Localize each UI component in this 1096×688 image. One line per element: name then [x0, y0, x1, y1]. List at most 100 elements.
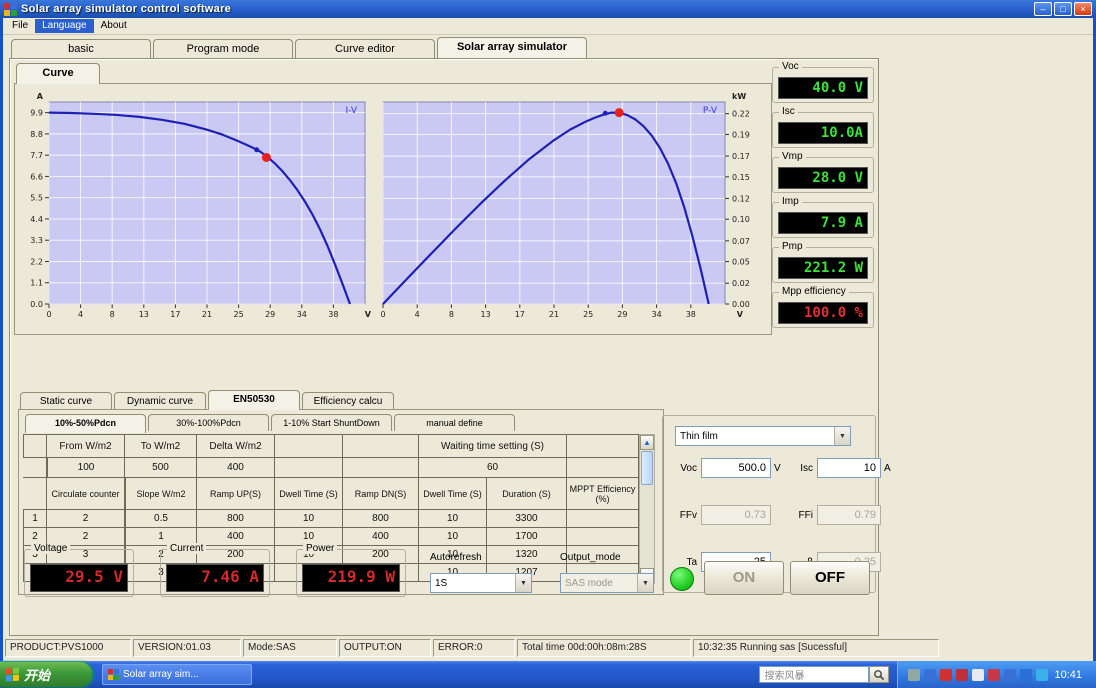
table-cell[interactable]: 2 [47, 510, 125, 528]
voltage-value: 29.5 V [30, 564, 128, 592]
svg-text:17: 17 [170, 310, 180, 319]
tab-efficiency-calcu[interactable]: Efficiency calcu [302, 392, 394, 410]
svg-text:V: V [737, 310, 744, 319]
field-voc-input[interactable] [701, 458, 771, 478]
table-cell [23, 434, 47, 458]
scroll-thumb[interactable] [641, 451, 653, 485]
taskbar-task-button[interactable]: Solar array sim... [102, 664, 252, 685]
off-button[interactable]: OFF [790, 561, 870, 595]
meas-group-imp: Imp 7.9 A [772, 196, 874, 238]
svg-text:0.10: 0.10 [732, 215, 750, 224]
tray-icon[interactable] [1036, 668, 1049, 681]
tab-en50530[interactable]: EN50530 [208, 390, 300, 410]
range-to-cell[interactable]: 500 [125, 458, 197, 478]
table-cell[interactable] [567, 510, 639, 528]
table-cell[interactable]: 400 [343, 528, 419, 546]
range-from-cell[interactable]: 100 [47, 458, 125, 478]
field-isc-input[interactable] [817, 458, 881, 478]
tray-icon[interactable] [956, 668, 969, 681]
field-voc-unit: V [774, 462, 781, 474]
table-cell[interactable]: 10 [419, 528, 487, 546]
svg-text:21: 21 [549, 310, 559, 319]
svg-text:4.4: 4.4 [30, 215, 43, 224]
meas-value-isc: 10.0A [778, 122, 868, 144]
pv-type-select[interactable]: Thin film ▼ [675, 426, 851, 446]
field-ffv-input [701, 505, 771, 525]
subtab-30-100-pdcn[interactable]: 30%-100%Pdcn [148, 414, 269, 431]
meas-group-vmp: Vmp 28.0 V [772, 151, 874, 193]
subtab-manual-define[interactable]: manual define [394, 414, 515, 431]
chevron-down-icon[interactable]: ▼ [834, 427, 850, 445]
meas-value-pmp: 221.2 W [778, 257, 868, 279]
tab-solar-array-simulator[interactable]: Solar array simulator [437, 37, 587, 58]
svg-text:0.17: 0.17 [732, 152, 750, 161]
tray-icon[interactable] [1004, 668, 1017, 681]
table-cell[interactable]: 0.5 [125, 510, 197, 528]
menu-item-about[interactable]: About [94, 19, 134, 33]
svg-text:8: 8 [110, 310, 115, 319]
tray-icon[interactable] [924, 668, 937, 681]
table-cell[interactable]: 3300 [487, 510, 567, 528]
tray-icon[interactable] [988, 668, 1001, 681]
field-voc-label: Voc [680, 462, 697, 474]
tab-static-curve[interactable]: Static curve [20, 392, 112, 410]
scroll-track[interactable] [640, 486, 654, 568]
meas-group-voc: Voc 40.0 V [772, 61, 874, 103]
range-delta-cell[interactable]: 400 [197, 458, 275, 478]
svg-text:0.15: 0.15 [732, 173, 750, 182]
pv-type-value: Thin film [680, 430, 718, 442]
table-cell: Delta W/m2 [197, 434, 275, 458]
subtab-10-50-pdcn[interactable]: 10%-50%Pdcn [25, 414, 146, 433]
tab-dynamic-curve[interactable]: Dynamic curve [114, 392, 206, 410]
window-title: Solar array simulator control software [21, 3, 232, 15]
measurement-column: Voc 40.0 V Isc 10.0A Vmp 28.0 V Imp 7.9 A Pmp 221… [772, 61, 874, 328]
svg-text:13: 13 [481, 310, 491, 319]
svg-text:kW: kW [732, 92, 746, 101]
svg-text:0.05: 0.05 [732, 258, 750, 267]
menu-item-language[interactable]: Language [35, 19, 94, 33]
status-total-time: Total time 00d:00h:08m:28S [517, 639, 691, 657]
table-scrollbar[interactable]: ▲ ▼ [639, 434, 655, 584]
close-button[interactable]: × [1074, 2, 1092, 16]
start-button[interactable]: 开始 [0, 662, 92, 687]
maximize-button[interactable]: □ [1054, 2, 1072, 16]
tray-icon[interactable] [1020, 668, 1033, 681]
table-cell[interactable]: 10 [275, 510, 343, 528]
svg-text:29: 29 [265, 310, 275, 319]
chevron-down-icon[interactable]: ▼ [515, 574, 531, 592]
autorefresh-select[interactable]: 1S ▼ [430, 573, 532, 593]
waiting-time-cell[interactable]: 60 [419, 458, 567, 478]
tray-icon[interactable] [972, 668, 985, 681]
minimize-button[interactable]: – [1034, 2, 1052, 16]
table-cell[interactable] [567, 528, 639, 546]
table-cell[interactable]: 400 [197, 528, 275, 546]
table-cell[interactable]: 1700 [487, 528, 567, 546]
tray-icon[interactable] [940, 668, 953, 681]
tab-curve[interactable]: Curve [16, 63, 100, 84]
svg-text:21: 21 [202, 310, 212, 319]
meas-group-isc: Isc 10.0A [772, 106, 874, 148]
table-cell[interactable]: 800 [197, 510, 275, 528]
taskbar-search-input[interactable]: 搜索风暴 [759, 666, 870, 683]
meas-label: Vmp [779, 151, 806, 162]
start-label: 开始 [24, 668, 51, 683]
tray-icon[interactable] [908, 668, 921, 681]
svg-text:3.3: 3.3 [30, 236, 43, 245]
search-icon[interactable] [869, 666, 890, 683]
subtab-1-10-start-shuntdown[interactable]: 1-10% Start ShuntDown [271, 414, 392, 431]
menu-item-file[interactable]: File [5, 19, 35, 33]
app-window: Solar array simulator control software –… [0, 0, 1096, 661]
table-cell[interactable]: 10 [419, 510, 487, 528]
window-controls: – □ × [1034, 2, 1092, 16]
table-cell[interactable]: 1320 [487, 546, 567, 564]
column-header: Ramp DN(S) [343, 478, 419, 510]
field-isc-unit: A [884, 462, 891, 474]
power-value: 219.9 W [302, 564, 400, 592]
table-cell[interactable]: 800 [343, 510, 419, 528]
tab-curve-editor[interactable]: Curve editor [295, 39, 435, 58]
tab-basic[interactable]: basic [11, 39, 151, 58]
meas-label: Isc [779, 106, 798, 117]
field-ffv-label: FFv [679, 509, 697, 521]
tab-program-mode[interactable]: Program mode [153, 39, 293, 58]
scroll-up-icon[interactable]: ▲ [640, 435, 654, 450]
